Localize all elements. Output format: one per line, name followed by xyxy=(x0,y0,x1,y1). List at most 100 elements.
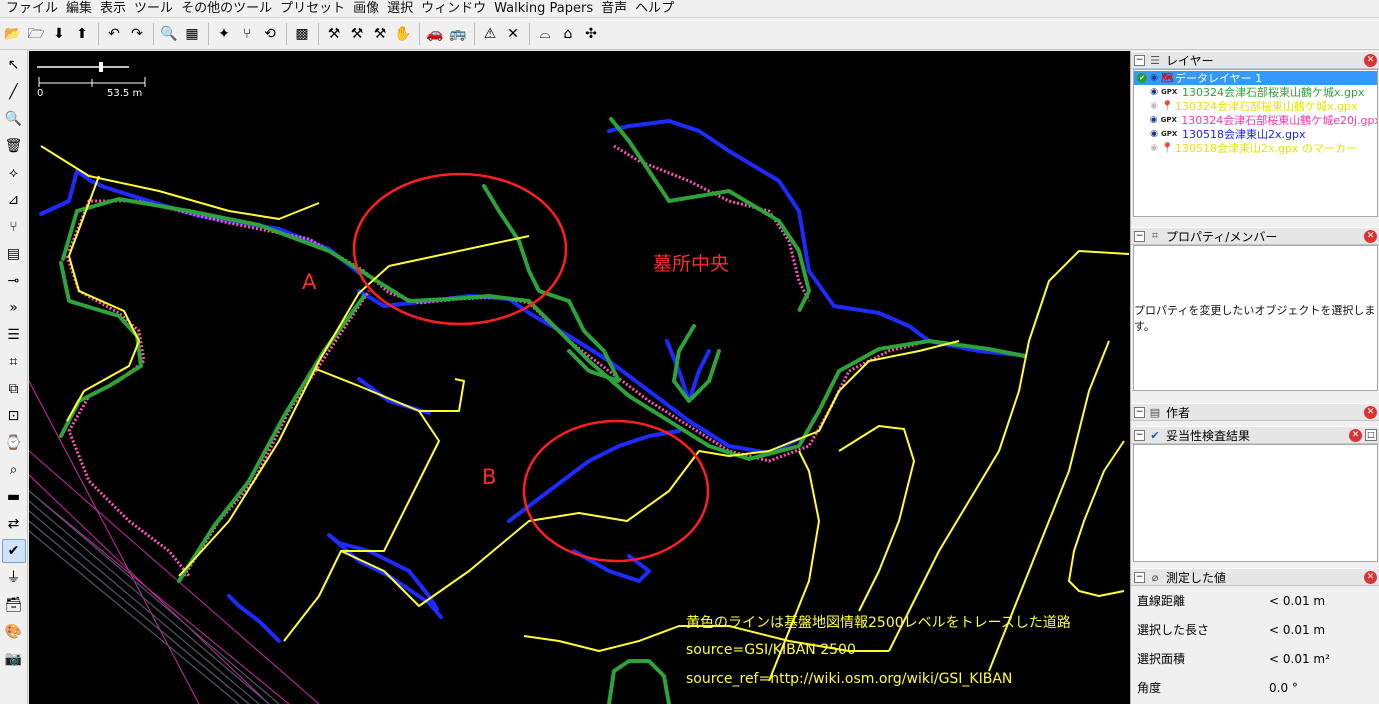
path-icon[interactable]: ⚒ xyxy=(346,23,368,45)
parallel-icon[interactable]: ⊸ xyxy=(2,269,26,293)
select-tool-icon[interactable]: ↖ xyxy=(2,53,26,77)
visibility-eye-icon[interactable]: ◉ xyxy=(1149,143,1159,153)
close-panel-icon[interactable]: ✕ xyxy=(1364,53,1377,67)
menu-edit[interactable]: 編集 xyxy=(62,1,96,17)
history-icon[interactable]: ⌚ xyxy=(2,431,26,455)
visibility-eye-icon[interactable]: ◉ xyxy=(1149,115,1159,125)
selection-list-icon[interactable]: ⊡ xyxy=(2,404,26,428)
menu-more-tools[interactable]: その他のツール xyxy=(177,1,276,17)
layer-row[interactable]: ◉ GPX 130324会津石部桜東山鶴ケ城x.gpx xyxy=(1134,85,1377,99)
highway-icon[interactable]: ⚒ xyxy=(323,23,345,45)
notes-icon[interactable]: ▬ xyxy=(2,485,26,509)
info-icon[interactable]: ▦ xyxy=(181,23,203,45)
align-icon[interactable]: ✦ xyxy=(213,23,235,45)
delete-icon[interactable]: 🗑 xyxy=(2,134,26,158)
menu-imagery[interactable]: 画像 xyxy=(349,1,383,17)
lasso-icon[interactable]: ⟡ xyxy=(2,161,26,185)
collapse-toggle-icon[interactable]: − xyxy=(1134,429,1145,441)
preferences-icon[interactable]: 🔍 xyxy=(158,23,180,45)
measure-label: 角度 xyxy=(1137,681,1162,695)
toolbar-separator xyxy=(419,22,420,45)
car-icon[interactable]: 🚗 xyxy=(424,23,446,45)
close-panel-icon[interactable]: ✕ xyxy=(1364,229,1377,243)
tags-toggle-icon[interactable]: ⌗ xyxy=(2,350,26,374)
open-file-icon[interactable]: 📂 xyxy=(2,23,24,45)
menu-view[interactable]: 表示 xyxy=(96,1,130,17)
menu-selection[interactable]: 選択 xyxy=(383,1,417,17)
map-note-line-3: source_ref=http://wiki.osm.org/wiki/GSI_… xyxy=(686,671,1013,687)
menu-windows[interactable]: ウィンドウ xyxy=(417,1,490,17)
zoom-icon[interactable]: 🔍 xyxy=(2,107,26,131)
pink-gps-track xyxy=(65,144,1025,577)
map-view[interactable]: 0 53.5 m A B 墓所中央 黄色のラインは基盤地図情報2500レベルをト… xyxy=(29,51,1130,704)
wireframe-icon[interactable]: ▩ xyxy=(291,23,313,45)
layer-row[interactable]: ◉ GPX 130518会津東山2x.gpx xyxy=(1134,127,1377,141)
visibility-eye-icon[interactable]: ◉ xyxy=(1149,101,1159,111)
filter-icon[interactable]: ⏚ xyxy=(2,566,26,590)
bus-icon[interactable]: 🚌 xyxy=(447,23,469,45)
more-tools-icon[interactable]: » xyxy=(2,296,26,320)
menu-file[interactable]: ファイル xyxy=(2,1,62,17)
undo-icon[interactable]: ↶ xyxy=(103,23,125,45)
layers-panel-header[interactable]: − ☰ レイヤー ✕ xyxy=(1131,51,1379,69)
menu-walking-papers[interactable]: Walking Papers xyxy=(490,1,597,17)
properties-panel-header[interactable]: − ⌗ プロパティ/メンバー ✕ xyxy=(1131,227,1379,245)
gps-trace xyxy=(572,549,651,583)
improve-way-icon[interactable]: ⊿ xyxy=(2,188,26,212)
menu-tools[interactable]: ツール xyxy=(130,1,177,17)
hazard-icon[interactable]: ⚠ xyxy=(479,23,501,45)
layer-row[interactable]: ◉ 📍 130518会津東山2x.gpx のマーカー xyxy=(1134,141,1377,155)
hand-icon[interactable]: ✋ xyxy=(392,23,414,45)
layer-row[interactable]: ◉ 📍 130324会津石部桜東山鶴ケ城x.gpx xyxy=(1134,99,1377,113)
measure-value: < 0.01 m xyxy=(1269,593,1326,608)
track-icon[interactable]: ⚒ xyxy=(369,23,391,45)
relations-icon[interactable]: ⧉ xyxy=(2,377,26,401)
bridge-icon[interactable]: ⌓ xyxy=(534,23,556,45)
visibility-eye-icon[interactable]: ◉ xyxy=(1149,73,1159,83)
validation-panel-header[interactable]: − ✔ 妥当性検査結果 ✕ □ xyxy=(1131,426,1379,444)
gps-trace xyxy=(61,197,1026,461)
validator-icon[interactable]: ✔ xyxy=(1,539,26,563)
download-icon[interactable]: ⬇ xyxy=(48,23,70,45)
puzzle-icon[interactable]: ✣ xyxy=(580,23,602,45)
layers-toggle-icon[interactable]: ☰ xyxy=(2,323,26,347)
cross-icon[interactable]: ✕ xyxy=(502,23,524,45)
map-canvas[interactable] xyxy=(29,51,1130,704)
draw-line-icon[interactable]: ╱ xyxy=(2,80,26,104)
conflict-icon[interactable]: ⇄ xyxy=(2,512,26,536)
close-panel-icon[interactable]: ✕ xyxy=(1349,428,1362,442)
menu-audio[interactable]: 音声 xyxy=(597,1,631,17)
open-location-icon[interactable]: 🗁 xyxy=(25,23,47,45)
author-panel-header[interactable]: − ▤ 作者 ✕ xyxy=(1131,403,1379,421)
detach-panel-icon[interactable]: □ xyxy=(1365,429,1377,441)
expand-toggle-icon[interactable]: − xyxy=(1134,406,1145,418)
annotation-label-a: A xyxy=(302,270,317,294)
gpx-layer-icon: GPX xyxy=(1161,130,1178,138)
factory-icon[interactable]: ⌂ xyxy=(557,23,579,45)
basket-icon[interactable]: 🗃 xyxy=(2,593,26,617)
split-way-icon[interactable]: ⑂ xyxy=(236,23,258,45)
visibility-eye-icon[interactable]: ◉ xyxy=(1149,87,1159,97)
search-panel-icon[interactable]: ⌕ xyxy=(2,458,26,482)
building-icon[interactable]: ▤ xyxy=(2,242,26,266)
palette-icon[interactable]: 🎨 xyxy=(2,620,26,644)
close-panel-icon[interactable]: ✕ xyxy=(1364,405,1377,419)
redo-icon[interactable]: ↷ xyxy=(126,23,148,45)
layer-row[interactable]: ✔ ◉ 🗺 データレイヤー 1 xyxy=(1134,71,1377,85)
collapse-toggle-icon[interactable]: − xyxy=(1134,54,1145,66)
menu-presets[interactable]: プリセット xyxy=(276,1,349,17)
gps-trace xyxy=(665,339,711,403)
camera-icon[interactable]: 📷 xyxy=(2,647,26,671)
reverse-way-icon[interactable]: ⟲ xyxy=(259,23,281,45)
close-panel-icon[interactable]: ✕ xyxy=(1364,570,1377,584)
collapse-toggle-icon[interactable]: − xyxy=(1134,230,1145,242)
collapse-toggle-icon[interactable]: − xyxy=(1134,571,1145,583)
visibility-eye-icon[interactable]: ◉ xyxy=(1149,129,1159,139)
gps-trace xyxy=(607,659,671,704)
upload-icon[interactable]: ⬆ xyxy=(71,23,93,45)
extrude-icon[interactable]: ⑂ xyxy=(2,215,26,239)
right-side-panels: − ☰ レイヤー ✕ ✔ ◉ 🗺 データレイヤー 1 ◉ GPX 130324会津石部桜東山… xyxy=(1130,51,1379,704)
layer-row[interactable]: ◉ GPX 130324会津石部桜東山鶴ケ城e20j.gpx xyxy=(1134,113,1377,127)
measurement-panel-header[interactable]: − ⌀ 測定した値 ✕ xyxy=(1131,568,1379,586)
menu-help[interactable]: ヘルプ xyxy=(631,1,678,17)
